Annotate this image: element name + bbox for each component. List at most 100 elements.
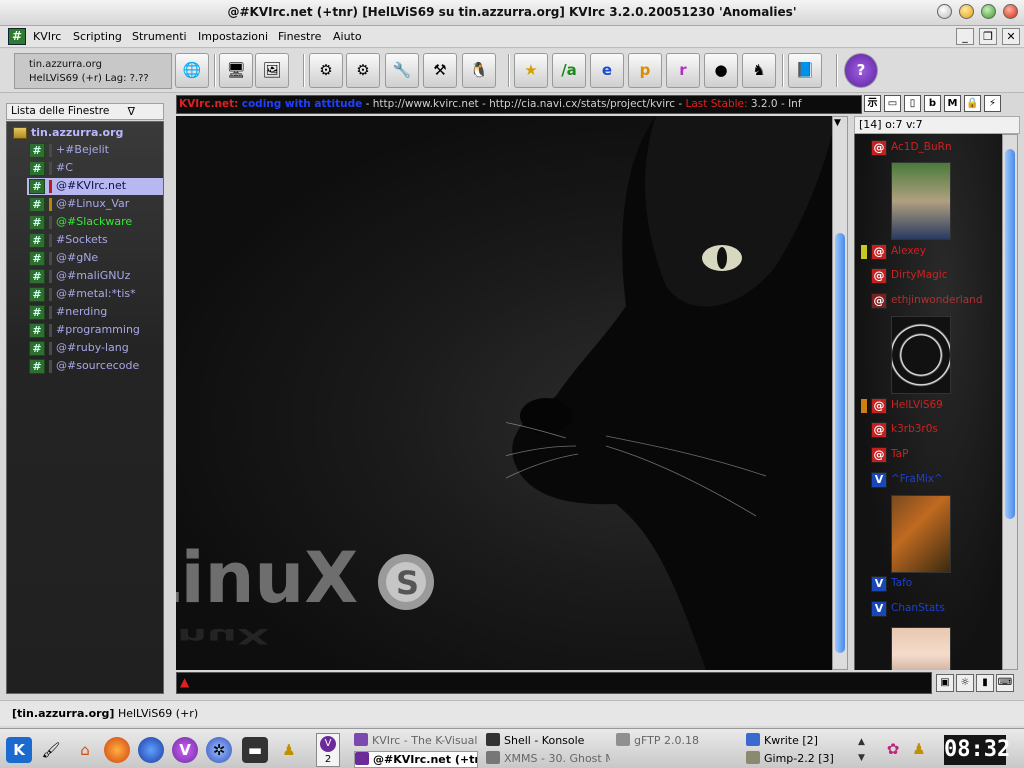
user-item[interactable]: @ TaP bbox=[855, 445, 1002, 465]
tray-down-arrow-icon[interactable]: ▼ bbox=[858, 753, 865, 763]
home-icon[interactable]: ⌂ bbox=[72, 737, 98, 763]
konsole-icon[interactable]: ▬ bbox=[242, 737, 268, 763]
user-item[interactable]: @ Ac1D_BuRn bbox=[855, 138, 1002, 158]
chevron-down-icon[interactable]: ∇ bbox=[128, 104, 135, 119]
maximize-icon[interactable] bbox=[981, 4, 996, 19]
firefox-icon[interactable] bbox=[104, 737, 130, 763]
tools-icon[interactable]: ⚒ bbox=[423, 53, 457, 88]
menu-kvirc[interactable]: KVIrc bbox=[33, 30, 61, 43]
action-icon[interactable]: /a bbox=[552, 53, 586, 88]
gear-icon[interactable]: ⚙ bbox=[309, 53, 343, 88]
window-list-item[interactable]: # @#ruby-lang bbox=[27, 340, 163, 357]
window-list-item[interactable]: # @#sourcecode bbox=[27, 358, 163, 375]
menu-impostazioni[interactable]: Impostazioni bbox=[198, 30, 268, 43]
kvirc-launch-icon[interactable]: V bbox=[172, 737, 198, 763]
window-list-item[interactable]: # +#Bejelit bbox=[27, 142, 163, 159]
monitor-icon[interactable]: ▣ bbox=[936, 674, 954, 692]
window-list-item[interactable]: # @#KVIrc.net bbox=[27, 178, 163, 195]
channel-topic[interactable]: KVIrc.net: coding with attitude - http:/… bbox=[176, 95, 862, 114]
window-list-item[interactable]: # #C bbox=[27, 160, 163, 177]
window-list-item[interactable]: # #programming bbox=[27, 322, 163, 339]
window-list-item[interactable]: # @#metal:*tis* bbox=[27, 286, 163, 303]
tray-up-arrow-icon[interactable]: ▲ bbox=[858, 737, 865, 747]
message-input[interactable]: ▲ bbox=[176, 672, 932, 694]
network-icon[interactable]: ✲ bbox=[206, 737, 232, 763]
chess-icon[interactable]: ♞ bbox=[742, 53, 776, 88]
desktop-pager[interactable]: V 2 bbox=[316, 733, 340, 767]
user-item[interactable]: @ k3rb3r0s bbox=[855, 420, 1002, 440]
mdi-close-icon[interactable]: ✕ bbox=[1002, 28, 1020, 45]
desktop-icon[interactable]: 🖌 bbox=[38, 737, 64, 763]
taskbar-task[interactable]: @#KVIrc.net (+tnr bbox=[354, 751, 478, 768]
userlist-scroll-thumb[interactable] bbox=[1005, 149, 1015, 519]
terminal-icon[interactable]: ▮ bbox=[976, 674, 994, 692]
activity-indicator bbox=[49, 342, 52, 355]
star-icon[interactable]: ★ bbox=[514, 53, 548, 88]
help-icon[interactable]: ? bbox=[844, 53, 878, 88]
window-list-item[interactable]: # #Sockets bbox=[27, 232, 163, 249]
mode-ban-icon[interactable]: ▭ bbox=[884, 95, 901, 112]
menu-finestre[interactable]: Finestre bbox=[278, 30, 321, 43]
raw-icon[interactable]: r bbox=[666, 53, 700, 88]
chat-scroll-thumb[interactable] bbox=[835, 233, 845, 653]
editor-icon[interactable]: e bbox=[590, 53, 624, 88]
menu-strumenti[interactable]: Strumenti bbox=[132, 30, 187, 43]
penguin-icon[interactable]: 🐧 bbox=[462, 53, 496, 88]
taskbar-task[interactable]: Kwrite [2] bbox=[746, 733, 850, 750]
wrench-icon[interactable]: 🔧 bbox=[385, 53, 419, 88]
monitor-options-icon[interactable]: 🖥 bbox=[219, 53, 253, 88]
stats-icon[interactable]: ⚡ bbox=[984, 95, 1001, 112]
chat-view[interactable]: LinuX S LinuX bbox=[176, 116, 832, 670]
taskbar-task[interactable]: gFTP 2.0.18 bbox=[616, 733, 726, 750]
book-icon[interactable]: 📘 bbox=[788, 53, 822, 88]
globe-connect-icon[interactable]: 🌐 bbox=[175, 53, 209, 88]
kde-menu-icon[interactable]: K bbox=[6, 737, 32, 763]
window-list-item[interactable]: # @#Linux_Var bbox=[27, 196, 163, 213]
kvirc-app-icon[interactable]: # bbox=[8, 28, 26, 45]
server-info-box[interactable]: tin.azzurra.org HelLViS69 (+r) Lag: ?.?? bbox=[14, 53, 172, 89]
user-item[interactable]: V Tafo bbox=[855, 574, 1002, 594]
mdi-minimize-icon[interactable]: _ bbox=[956, 28, 974, 45]
taskbar-task[interactable]: KVIrc - The K-Visual bbox=[354, 733, 478, 750]
sun-icon[interactable]: ☼ bbox=[956, 674, 974, 692]
window-list-header[interactable]: Lista delle Finestre ∇ bbox=[6, 103, 164, 120]
user-item[interactable]: @ Alexey bbox=[855, 242, 1002, 262]
user-item[interactable]: V ^FraMix^ bbox=[855, 470, 1002, 490]
mdi-restore-icon[interactable]: ❐ bbox=[979, 28, 997, 45]
bomb-icon[interactable]: ● bbox=[704, 53, 738, 88]
window-titlebar[interactable]: @#KVIrc.net (+tnr) [HelLViS69 su tin.azz… bbox=[0, 0, 1024, 26]
close-icon[interactable] bbox=[1003, 4, 1018, 19]
userlist-scrollbar[interactable] bbox=[1002, 134, 1018, 670]
window-list-item[interactable]: # @#maliGNUz bbox=[27, 268, 163, 285]
monitor-themes-icon[interactable]: 🖼 bbox=[255, 53, 289, 88]
mode-invite-icon[interactable]: ▯ bbox=[904, 95, 921, 112]
user-item[interactable]: V ChanStats bbox=[855, 599, 1002, 619]
lock-icon[interactable]: 🔒 bbox=[964, 95, 981, 112]
keyboard-icon[interactable]: ⌨ bbox=[996, 674, 1014, 692]
minimize-icon[interactable] bbox=[959, 4, 974, 19]
user-item[interactable]: @ ethjinwonderland bbox=[855, 291, 1002, 311]
mirc-icon[interactable]: M bbox=[944, 95, 961, 112]
window-list-item[interactable]: # #nerding bbox=[27, 304, 163, 321]
chat-scrollbar[interactable]: ▼ bbox=[832, 116, 848, 670]
sticky-icon[interactable] bbox=[937, 4, 952, 19]
menu-scripting[interactable]: Scripting bbox=[73, 30, 122, 43]
user-item[interactable]: @ HelLViS69 bbox=[855, 396, 1002, 416]
cube-tray-icon[interactable]: ✿ bbox=[880, 736, 906, 762]
window-list-item[interactable]: # @#gNe bbox=[27, 250, 163, 267]
kopete-icon[interactable]: ♟ bbox=[276, 737, 302, 763]
scroll-down-icon[interactable]: ▼ bbox=[834, 118, 841, 128]
user-item[interactable]: @ DirtyMagic bbox=[855, 266, 1002, 286]
taskbar-task[interactable]: XMMS - 30. Ghost M bbox=[486, 751, 610, 768]
menu-aiuto[interactable]: Aiuto bbox=[333, 30, 362, 43]
settings-list-icon[interactable]: ⚙ bbox=[346, 53, 380, 88]
taskbar-task[interactable]: Gimp-2.2 [3] bbox=[746, 751, 850, 768]
thunderbird-icon[interactable] bbox=[138, 737, 164, 763]
channel-list-icon[interactable]: 示 bbox=[864, 95, 881, 112]
window-list-item[interactable]: # @#Slackware bbox=[27, 214, 163, 231]
clock[interactable]: 08:32 bbox=[944, 735, 1010, 765]
popup-icon[interactable]: p bbox=[628, 53, 662, 88]
taskbar-task[interactable]: Shell - Konsole bbox=[486, 733, 610, 750]
chat-tray-icon[interactable]: ♟ bbox=[906, 736, 932, 762]
bold-icon[interactable]: b bbox=[924, 95, 941, 112]
